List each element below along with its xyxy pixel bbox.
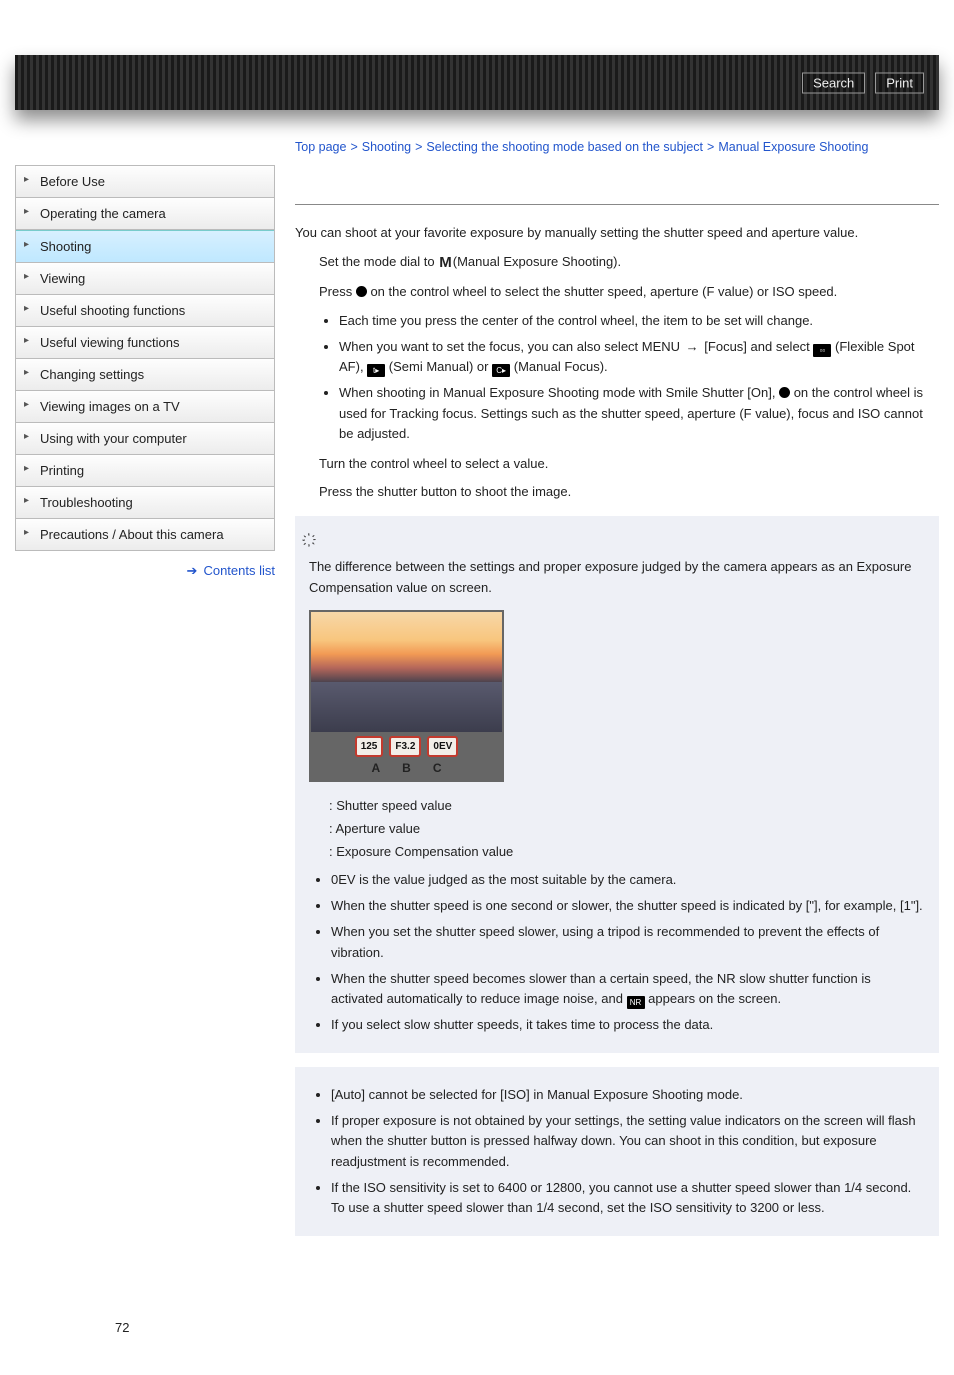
center-button-icon-2 — [779, 387, 790, 398]
nav-item-before-use[interactable]: Before Use — [16, 166, 274, 198]
nav-item-useful-viewing[interactable]: Useful viewing functions — [16, 327, 274, 359]
menu-arrow-icon: → — [684, 337, 701, 357]
intro-text: You can shoot at your favorite exposure … — [295, 223, 939, 243]
nav-item-computer[interactable]: Using with your computer — [16, 423, 274, 455]
crumb-current[interactable]: Manual Exposure Shooting — [718, 140, 868, 154]
crumb-mode[interactable]: Selecting the shooting mode based on the… — [426, 140, 703, 154]
sub-item-2: When you want to set the focus, you can … — [339, 337, 939, 378]
contents-list-link[interactable]: Contents list — [203, 563, 275, 578]
main-content: Top page>Shooting>Selecting the shooting… — [295, 140, 939, 1250]
nav-item-troubleshooting[interactable]: Troubleshooting — [16, 487, 274, 519]
badge-ev: 0EV — [427, 736, 458, 758]
step-2: Press on the control wheel to select the… — [319, 282, 939, 302]
search-button[interactable]: Search — [802, 72, 865, 93]
sub3-a: When shooting in Manual Exposure Shootin… — [339, 385, 779, 400]
definition-list: : Shutter speed value : Aperture value :… — [329, 796, 925, 862]
step-4: Press the shutter button to shoot the im… — [319, 482, 939, 502]
arrow-right-icon: ➔ — [187, 563, 198, 578]
crumb-shooting[interactable]: Shooting — [362, 140, 411, 154]
tip-bullet-3: When you set the shutter speed slower, u… — [331, 922, 925, 962]
sub-item-1: Each time you press the center of the co… — [339, 311, 939, 331]
sample-image: 125 F3.2 0EV A B C — [309, 610, 504, 782]
label-a: A — [371, 759, 380, 778]
crumb-top[interactable]: Top page — [295, 140, 346, 154]
step1-post: (Manual Exposure Shooting). — [453, 254, 621, 269]
step2-pre: Press — [319, 284, 356, 299]
def-b: : Aperture value — [329, 819, 925, 839]
contents-list-row: ➔ Contents list — [15, 563, 275, 579]
divider — [295, 204, 939, 205]
flexible-spot-icon: ▫▫ — [813, 344, 831, 357]
tip4-a: When the shutter speed becomes slower th… — [331, 971, 871, 1006]
step-3: Turn the control wheel to select a value… — [319, 454, 939, 474]
note-bullet-3: If the ISO sensitivity is set to 6400 or… — [331, 1178, 925, 1218]
tip-bullet-2: When the shutter speed is one second or … — [331, 896, 925, 916]
nav-item-viewing[interactable]: Viewing — [16, 263, 274, 295]
step2-post: on the control wheel to select the shutt… — [367, 284, 837, 299]
note-bullet-2: If proper exposure is not obtained by yo… — [331, 1111, 925, 1171]
tip-intro: The difference between the settings and … — [309, 557, 925, 597]
center-button-icon — [356, 286, 367, 297]
badge-shutter: 125 — [355, 736, 384, 758]
tip-box: ҉ The difference between the settings an… — [295, 516, 939, 1053]
label-c: C — [433, 759, 442, 778]
sub2-b: [Focus] and select — [701, 339, 814, 354]
step1-pre: Set the mode dial to — [319, 254, 438, 269]
label-b: B — [402, 759, 411, 778]
manual-focus-icon: C▸ — [492, 364, 510, 377]
nav-item-viewing-tv[interactable]: Viewing images on a TV — [16, 391, 274, 423]
note-bullets: [Auto] cannot be selected for [ISO] in M… — [313, 1085, 925, 1218]
tip-bullet-1: 0EV is the value judged as the most suit… — [331, 870, 925, 890]
hint-icon: ҉ — [309, 528, 925, 551]
def-c: : Exposure Compensation value — [329, 842, 925, 862]
nav-item-operating[interactable]: Operating the camera — [16, 198, 274, 230]
sub-item-3: When shooting in Manual Exposure Shootin… — [339, 383, 939, 443]
sub2-e: (Manual Focus). — [514, 359, 608, 374]
def-a: : Shutter speed value — [329, 796, 925, 816]
nav-item-useful-shooting[interactable]: Useful shooting functions — [16, 295, 274, 327]
tip4-b: appears on the screen. — [645, 991, 782, 1006]
header-bar: Search Print — [15, 55, 939, 110]
mode-m-icon: M — [438, 251, 453, 274]
sub2-a: When you want to set the focus, you can … — [339, 339, 684, 354]
sub2-d: (Semi Manual) or — [389, 359, 492, 374]
nav-item-changing-settings[interactable]: Changing settings — [16, 359, 274, 391]
nav-item-precautions[interactable]: Precautions / About this camera — [16, 519, 274, 551]
print-button[interactable]: Print — [875, 72, 924, 93]
tip-bullet-5: If you select slow shutter speeds, it ta… — [331, 1015, 925, 1035]
sidebar: Before Use Operating the camera Shooting… — [15, 165, 275, 1250]
note-box: [Auto] cannot be selected for [ISO] in M… — [295, 1067, 939, 1236]
nav-item-printing[interactable]: Printing — [16, 455, 274, 487]
step2-sublist: Each time you press the center of the co… — [321, 311, 939, 444]
page-number: 72 — [115, 1320, 939, 1335]
nav-list: Before Use Operating the camera Shooting… — [15, 165, 275, 551]
nav-item-shooting[interactable]: Shooting — [16, 230, 274, 263]
tip-bullet-4: When the shutter speed becomes slower th… — [331, 969, 925, 1009]
tip-bullets: 0EV is the value judged as the most suit… — [313, 870, 925, 1035]
badge-aperture: F3.2 — [389, 736, 421, 758]
note-bullet-1: [Auto] cannot be selected for [ISO] in M… — [331, 1085, 925, 1105]
breadcrumb: Top page>Shooting>Selecting the shooting… — [295, 140, 939, 154]
semi-manual-icon: t▸ — [367, 364, 385, 377]
step-1: Set the mode dial to M(Manual Exposure S… — [319, 251, 939, 274]
nr-icon: NR — [627, 996, 645, 1009]
